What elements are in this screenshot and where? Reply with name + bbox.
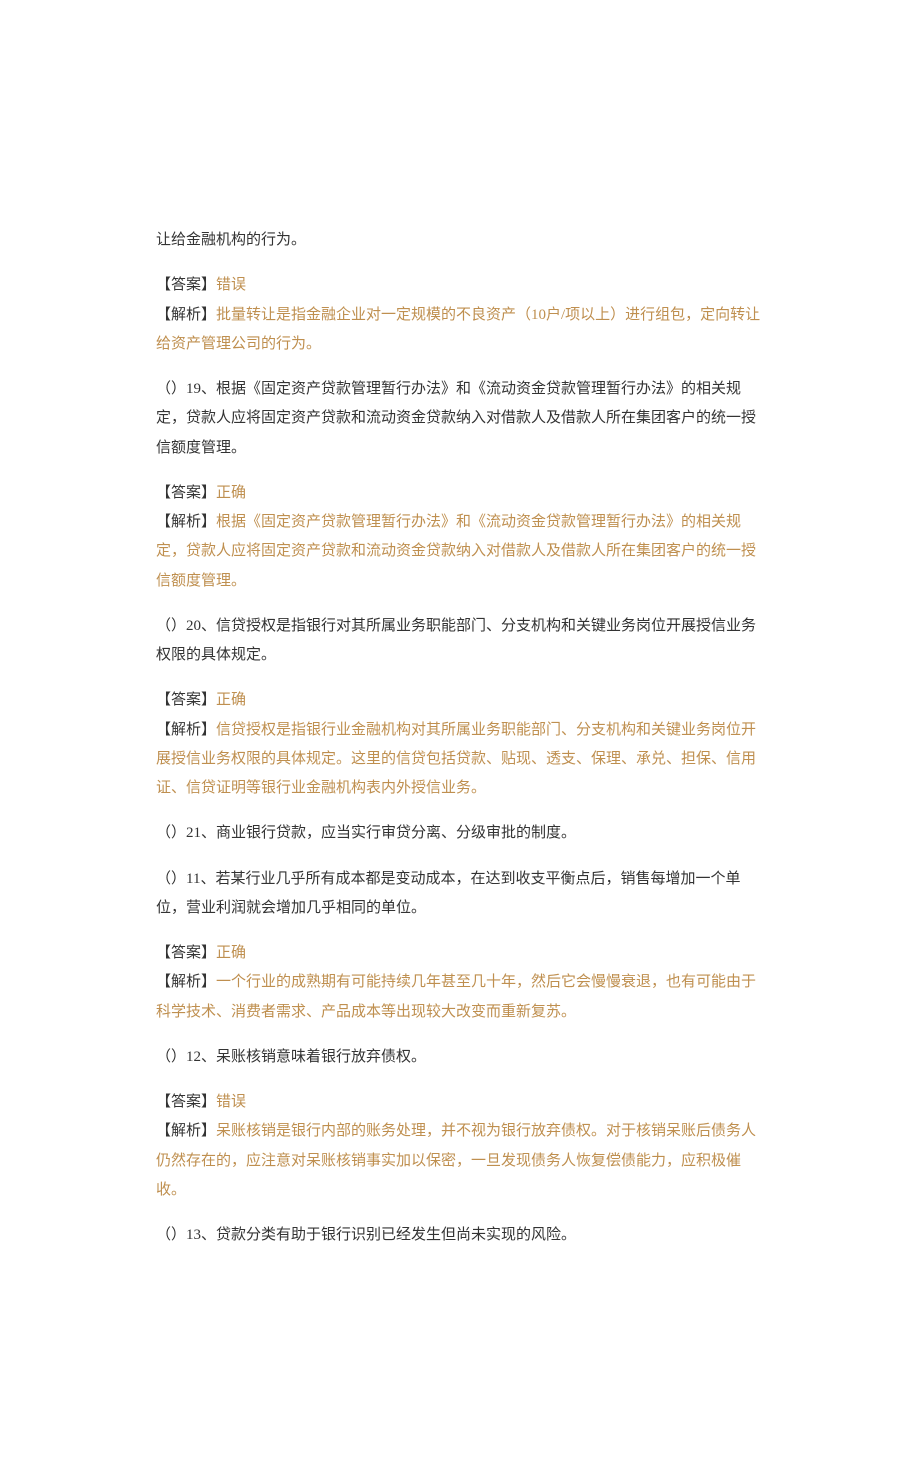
analysis-text: 一个行业的成熟期有可能持续几年甚至几十年，然后它会慢慢衰退，也有可能由于科学技术…: [156, 974, 756, 1019]
answer-label: 【答案】: [156, 485, 216, 501]
answer-value: 正确: [216, 945, 246, 961]
analysis-label: 【解析】: [156, 307, 216, 323]
analysis-text: 信贷授权是指银行业金融机构对其所属业务职能部门、分支机构和关键业务岗位开展授信业…: [156, 722, 756, 797]
analysis-label: 【解析】: [156, 1123, 216, 1139]
question-text: （）21、商业银行贷款，应当实行审贷分离、分级审批的制度。: [156, 825, 576, 841]
paragraph-fragment: 让给金融机构的行为。: [156, 226, 764, 255]
answer-value: 正确: [216, 485, 246, 501]
analysis-line: 【解析】信贷授权是指银行业金融机构对其所属业务职能部门、分支机构和关键业务岗位开…: [156, 716, 764, 804]
analysis-label: 【解析】: [156, 514, 216, 530]
q20-question: （）20、信贷授权是指银行对其所属业务职能部门、分支机构和关键业务岗位开展授信业…: [156, 612, 764, 671]
analysis-label: 【解析】: [156, 974, 216, 990]
q12-answer-block: 【答案】错误 【解析】呆账核销是银行内部的账务处理，并不视为银行放弃债权。对于核…: [156, 1088, 764, 1205]
answer-value: 错误: [216, 277, 246, 293]
answer-line: 【答案】错误: [156, 271, 764, 300]
answer-line: 【答案】错误: [156, 1088, 764, 1117]
answer-line: 【答案】正确: [156, 939, 764, 968]
q21-question: （）21、商业银行贷款，应当实行审贷分离、分级审批的制度。: [156, 819, 764, 848]
answer-line: 【答案】正确: [156, 479, 764, 508]
question-text: （）13、贷款分类有助于银行识别已经发生但尚未实现的风险。: [156, 1227, 576, 1243]
analysis-line: 【解析】根据《固定资产贷款管理暂行办法》和《流动资金贷款管理暂行办法》的相关规定…: [156, 508, 764, 596]
answer-label: 【答案】: [156, 945, 216, 961]
q20-answer-block: 【答案】正确 【解析】信贷授权是指银行业金融机构对其所属业务职能部门、分支机构和…: [156, 686, 764, 803]
q13-question: （）13、贷款分类有助于银行识别已经发生但尚未实现的风险。: [156, 1221, 764, 1250]
analysis-line: 【解析】批量转让是指金融企业对一定规模的不良资产（10户/项以上）进行组包，定向…: [156, 301, 764, 360]
answer-label: 【答案】: [156, 1094, 216, 1110]
analysis-text: 呆账核销是银行内部的账务处理，并不视为银行放弃债权。对于核销呆账后债务人仍然存在…: [156, 1123, 756, 1198]
q11-answer-block: 【答案】正确 【解析】一个行业的成熟期有可能持续几年甚至几十年，然后它会慢慢衰退…: [156, 939, 764, 1027]
answer-label: 【答案】: [156, 692, 216, 708]
q12-question: （）12、呆账核销意味着银行放弃债权。: [156, 1043, 764, 1072]
q18-answer-block: 【答案】错误 【解析】批量转让是指金融企业对一定规模的不良资产（10户/项以上）…: [156, 271, 764, 359]
question-text: （）20、信贷授权是指银行对其所属业务职能部门、分支机构和关键业务岗位开展授信业…: [156, 618, 756, 663]
analysis-line: 【解析】呆账核销是银行内部的账务处理，并不视为银行放弃债权。对于核销呆账后债务人…: [156, 1117, 764, 1205]
q11-question: （）11、若某行业几乎所有成本都是变动成本，在达到收支平衡点后，销售每增加一个单…: [156, 865, 764, 924]
text-fragment: 让给金融机构的行为。: [156, 232, 306, 248]
answer-value: 错误: [216, 1094, 246, 1110]
question-text: （）12、呆账核销意味着银行放弃债权。: [156, 1049, 426, 1065]
q19-question: （）19、根据《固定资产贷款管理暂行办法》和《流动资金贷款管理暂行办法》的相关规…: [156, 375, 764, 463]
answer-label: 【答案】: [156, 277, 216, 293]
question-text: （）11、若某行业几乎所有成本都是变动成本，在达到收支平衡点后，销售每增加一个单…: [156, 871, 740, 916]
question-text: （）19、根据《固定资产贷款管理暂行办法》和《流动资金贷款管理暂行办法》的相关规…: [156, 381, 756, 456]
answer-value: 正确: [216, 692, 246, 708]
analysis-text: 根据《固定资产贷款管理暂行办法》和《流动资金贷款管理暂行办法》的相关规定，贷款人…: [156, 514, 756, 589]
answer-line: 【答案】正确: [156, 686, 764, 715]
q19-answer-block: 【答案】正确 【解析】根据《固定资产贷款管理暂行办法》和《流动资金贷款管理暂行办…: [156, 479, 764, 596]
analysis-label: 【解析】: [156, 722, 216, 738]
analysis-line: 【解析】一个行业的成熟期有可能持续几年甚至几十年，然后它会慢慢衰退，也有可能由于…: [156, 968, 764, 1027]
analysis-text: 批量转让是指金融企业对一定规模的不良资产（10户/项以上）进行组包，定向转让给资…: [156, 307, 760, 352]
